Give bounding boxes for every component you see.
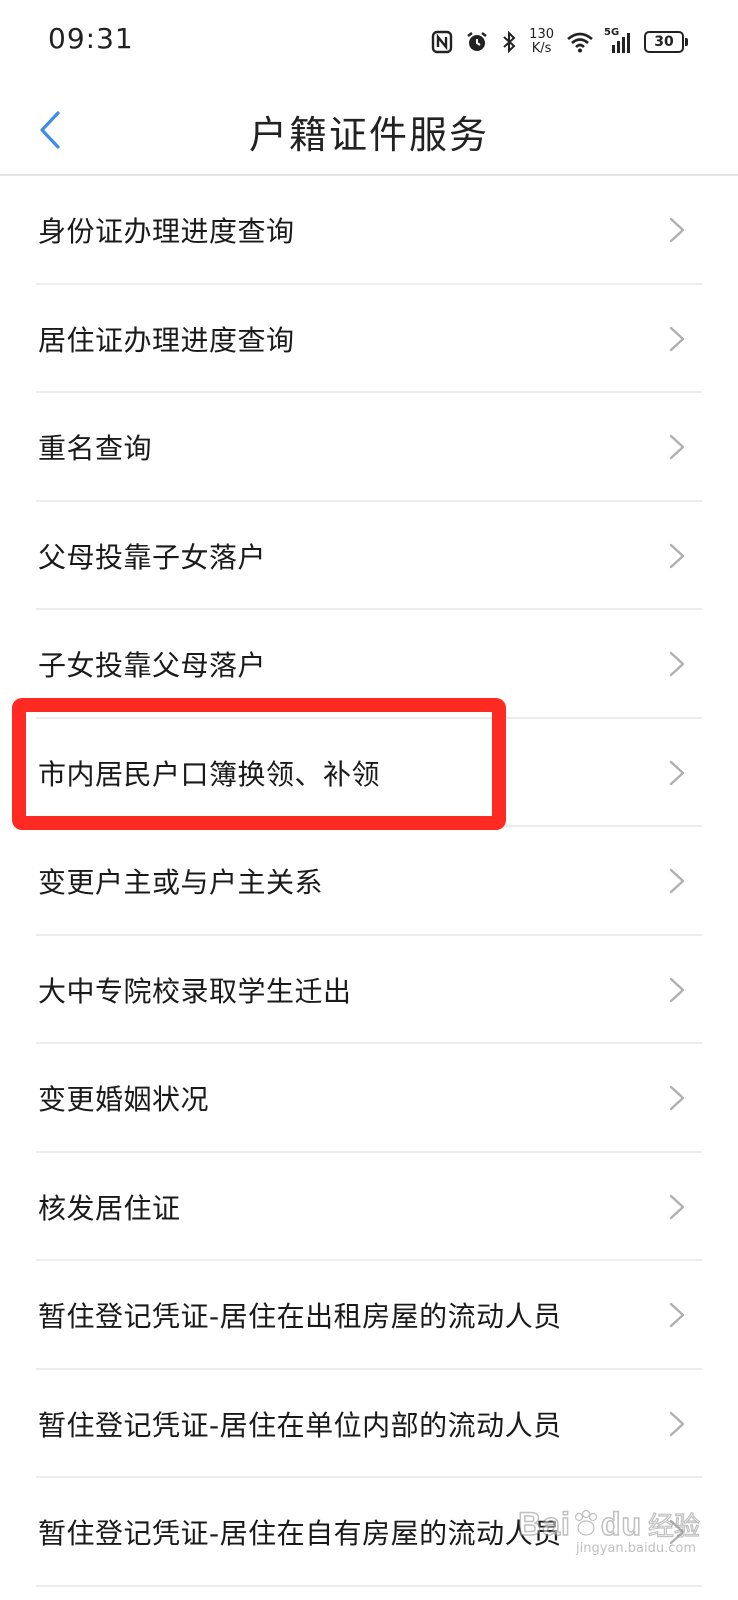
bluetooth-icon <box>501 30 517 54</box>
list-item[interactable]: 居住证办理进度查询 <box>0 285 738 394</box>
nfc-icon <box>431 30 453 54</box>
chevron-right-icon <box>669 543 685 568</box>
list-item-label: 重名查询 <box>38 432 153 466</box>
list-item-label: 父母投靠子女落户 <box>38 540 267 574</box>
network-speed-unit: K/s <box>531 41 552 56</box>
list-item[interactable]: 核发居住证 <box>0 1153 738 1262</box>
list-item-label: 暂住登记凭证-居住在单位内部的流动人员 <box>38 1408 562 1442</box>
alarm-icon <box>465 30 489 54</box>
chevron-right-icon <box>669 1086 685 1111</box>
status-icons: 130 K/s 5G 30 <box>431 22 688 62</box>
list-item-label: 大中专院校录取学生迁出 <box>38 974 352 1008</box>
list-item-label: 变更户主或与户主关系 <box>38 866 324 900</box>
list-item-label: 身份证办理进度查询 <box>38 215 295 249</box>
chevron-right-icon <box>669 869 685 894</box>
list-item[interactable]: 大中专院校录取学生迁出 <box>0 936 738 1045</box>
list-item[interactable]: 市内居民户口簿换领、补领 <box>0 719 738 828</box>
chevron-right-icon <box>669 652 685 677</box>
list-item[interactable]: 变更户主或与户主关系 <box>0 827 738 936</box>
list-item-label: 市内居民户口簿换领、补领 <box>38 757 381 791</box>
status-bar: 09:31 130 K/s 5G 30 <box>0 0 738 84</box>
list-item-label: 暂住登记凭证-居住在自有房屋的流动人员 <box>38 1517 562 1551</box>
chevron-right-icon <box>669 1411 685 1436</box>
list-item-label: 居住证办理进度查询 <box>38 323 295 357</box>
network-speed: 130 K/s <box>529 28 554 56</box>
list-item[interactable]: 父母投靠子女落户 <box>0 502 738 611</box>
chevron-right-icon <box>669 435 685 460</box>
list-item[interactable]: 子女投靠父母落户 <box>0 610 738 719</box>
cellular-signal-icon: 5G <box>604 27 632 53</box>
list-item-label: 核发居住证 <box>38 1191 181 1225</box>
chevron-right-icon <box>669 218 685 243</box>
list-item[interactable]: 变更婚姻状况 <box>0 1044 738 1153</box>
status-time: 09:31 <box>48 22 134 55</box>
page-title: 户籍证件服务 <box>248 113 489 157</box>
chevron-right-icon <box>669 977 685 1002</box>
nav-header: 户籍证件服务 <box>0 84 738 176</box>
network-type-label: 5G <box>604 27 620 38</box>
chevron-right-icon <box>669 326 685 351</box>
chevron-right-icon <box>669 1303 685 1328</box>
chevron-right-icon <box>669 1194 685 1219</box>
battery-level: 30 <box>654 34 674 50</box>
list-item[interactable]: 暂住登记凭证-居住在自有房屋的流动人员 <box>0 1478 738 1587</box>
list-item-label: 变更婚姻状况 <box>38 1083 210 1117</box>
wifi-icon <box>566 31 594 53</box>
list-item[interactable]: 身份证办理进度查询 <box>0 176 738 285</box>
battery-icon: 30 <box>644 31 688 53</box>
service-list: 身份证办理进度查询 居住证办理进度查询 重名查询 父母投靠子女落户 子女投靠父母… <box>0 176 738 1587</box>
list-item-label: 暂住登记凭证-居住在出租房屋的流动人员 <box>38 1300 562 1334</box>
list-item[interactable]: 重名查询 <box>0 393 738 502</box>
list-item-label: 子女投靠父母落户 <box>38 649 267 683</box>
list-item[interactable]: 暂住登记凭证-居住在出租房屋的流动人员 <box>0 1261 738 1370</box>
screen: 09:31 130 K/s 5G 30 户籍证件服务 身份证办理进度查询 居住证… <box>0 0 738 1600</box>
network-speed-value: 130 <box>529 27 554 42</box>
chevron-right-icon <box>669 1520 685 1545</box>
chevron-right-icon <box>669 760 685 785</box>
list-item[interactable]: 暂住登记凭证-居住在单位内部的流动人员 <box>0 1370 738 1479</box>
